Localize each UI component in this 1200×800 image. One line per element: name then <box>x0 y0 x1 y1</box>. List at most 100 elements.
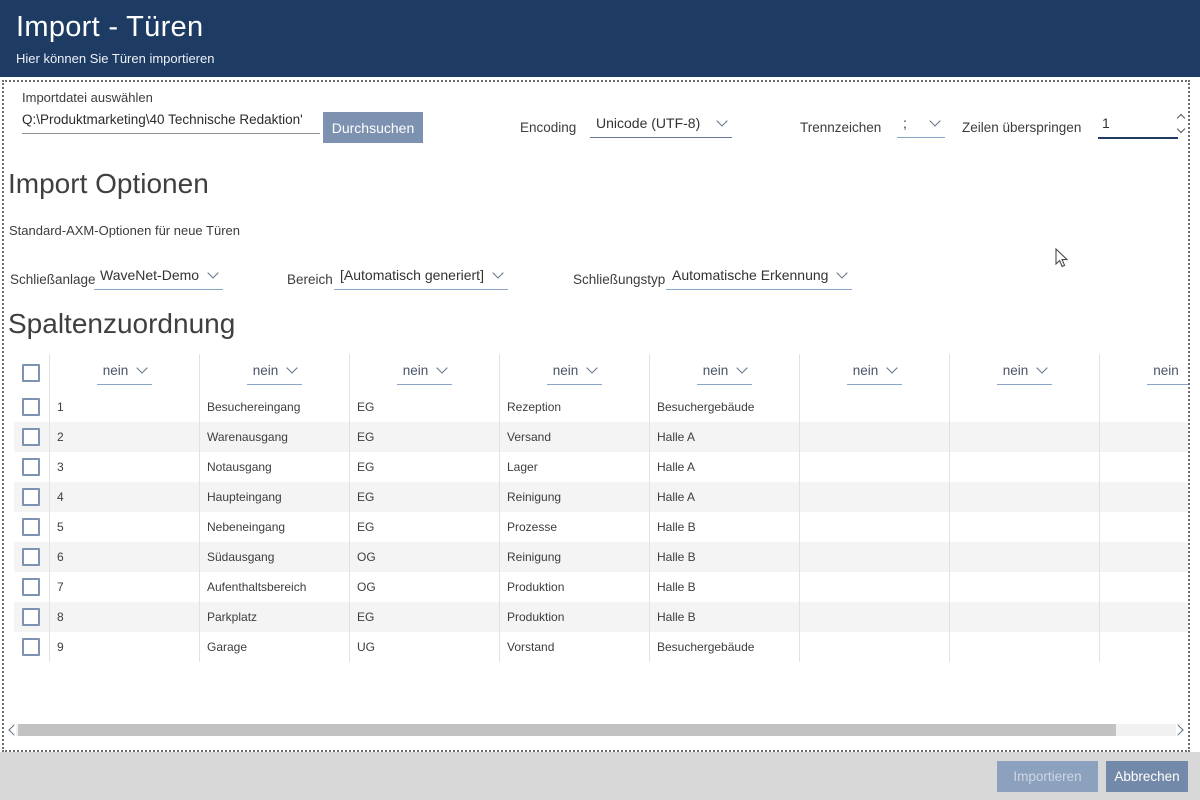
column-mapping-dropdown[interactable]: nein <box>997 362 1053 385</box>
row-checkbox[interactable] <box>22 608 40 626</box>
table-cell <box>800 392 950 422</box>
import-file-path-input[interactable]: Q:\Produktmarketing\40 Technische Redakt… <box>22 112 320 134</box>
table-cell <box>950 452 1100 482</box>
table-cell: 6 <box>50 542 200 572</box>
column-mapping-dropdown[interactable]: nein <box>697 362 753 385</box>
column-mapping-dropdown[interactable]: nein <box>247 362 303 385</box>
select-all-cell <box>14 354 50 392</box>
table-cell: Südausgang <box>200 542 350 572</box>
table-row: 8ParkplatzEGProduktionHalle B <box>14 602 1188 632</box>
row-checkbox[interactable] <box>22 518 40 536</box>
column-mapping-dropdown[interactable]: nein <box>97 362 153 385</box>
table-cell <box>950 542 1100 572</box>
table-cell: Besuchergebäude <box>650 632 800 662</box>
row-checkbox-cell <box>14 422 50 452</box>
table-cell: Produktion <box>500 572 650 602</box>
table-cell <box>800 572 950 602</box>
column-mapping-dropdown[interactable]: nein <box>397 362 453 385</box>
column-mapping-dropdown[interactable]: nein <box>547 362 603 385</box>
chevron-down-icon <box>837 267 848 278</box>
table-row: 6SüdausgangOGReinigungHalle B <box>14 542 1188 572</box>
table-cell <box>1100 452 1188 482</box>
table-cell: EG <box>350 602 500 632</box>
import-file-label: Importdatei auswählen <box>22 90 153 105</box>
table-cell: Halle B <box>650 542 800 572</box>
chevron-down-icon <box>887 362 898 373</box>
locking-system-label: Schließanlage <box>10 272 96 287</box>
row-checkbox[interactable] <box>22 638 40 656</box>
area-select[interactable]: [Automatisch generiert] <box>334 266 508 290</box>
browse-button[interactable]: Durchsuchen <box>323 112 423 143</box>
chevron-down-icon <box>1187 362 1188 373</box>
table-cell: Lager <box>500 452 650 482</box>
column-mapping-title: Spaltenzuordnung <box>8 308 235 340</box>
table-cell <box>950 422 1100 452</box>
table-row: 1BesuchereingangEGRezeptionBesuchergebäu… <box>14 392 1188 422</box>
table-cell: EG <box>350 422 500 452</box>
table-cell: OG <box>350 542 500 572</box>
skip-lines-stepper[interactable] <box>1178 115 1184 132</box>
table-cell: 3 <box>50 452 200 482</box>
table-cell: Reinigung <box>500 542 650 572</box>
select-all-checkbox[interactable] <box>22 364 40 382</box>
page-subtitle: Hier können Sie Türen importieren <box>16 51 1200 66</box>
row-checkbox[interactable] <box>22 428 40 446</box>
import-button[interactable]: Importieren <box>997 761 1098 792</box>
column-mapping-dropdown[interactable]: nein <box>847 362 903 385</box>
table-row: 9GarageUGVorstandBesuchergebäude <box>14 632 1188 662</box>
row-checkbox-cell <box>14 572 50 602</box>
table-cell <box>800 632 950 662</box>
dialog-header: Import - Türen Hier können Sie Türen imp… <box>0 0 1200 77</box>
column-header-cell: nein <box>50 354 200 392</box>
mapping-table-body: 1BesuchereingangEGRezeptionBesuchergebäu… <box>14 392 1188 662</box>
skip-lines-input[interactable]: 1 <box>1098 114 1178 139</box>
table-cell <box>950 482 1100 512</box>
column-header-cell: nein <box>950 354 1100 392</box>
chevron-down-icon <box>929 115 940 126</box>
row-checkbox[interactable] <box>22 458 40 476</box>
column-header-cell: nein <box>1100 354 1188 392</box>
table-cell: Versand <box>500 422 650 452</box>
row-checkbox-cell <box>14 542 50 572</box>
cancel-button[interactable]: Abbrechen <box>1106 761 1188 792</box>
mapping-table-header: nein nein nein nein nein nein nein nein <box>14 354 1188 392</box>
encoding-select[interactable]: Unicode (UTF-8) <box>590 114 732 138</box>
table-cell: Prozesse <box>500 512 650 542</box>
table-cell <box>950 392 1100 422</box>
column-header-cell: nein <box>350 354 500 392</box>
table-cell: Halle A <box>650 452 800 482</box>
column-mapping-dropdown[interactable]: nein <box>1147 362 1188 385</box>
page-title: Import - Türen <box>16 11 1200 44</box>
table-cell <box>950 572 1100 602</box>
import-options-title: Import Optionen <box>8 168 209 200</box>
delimiter-select[interactable]: ; <box>897 114 945 138</box>
locking-system-select[interactable]: WaveNet-Demo <box>94 266 223 290</box>
lock-type-select[interactable]: Automatische Erkennung <box>666 266 852 290</box>
column-mapping-table: nein nein nein nein nein nein nein nein 1Besuch… <box>14 354 1188 662</box>
row-checkbox[interactable] <box>22 398 40 416</box>
table-cell: Halle B <box>650 512 800 542</box>
delimiter-label: Trennzeichen <box>800 120 881 135</box>
column-mapping-value: nein <box>703 363 729 378</box>
table-cell <box>800 542 950 572</box>
scrollbar-thumb[interactable] <box>18 724 1116 736</box>
horizontal-scrollbar[interactable] <box>4 722 1188 738</box>
row-checkbox[interactable] <box>22 488 40 506</box>
table-cell: 8 <box>50 602 200 632</box>
table-row: 5NebeneingangEGProzesseHalle B <box>14 512 1188 542</box>
locking-system-value: WaveNet-Demo <box>100 267 199 283</box>
table-cell <box>1100 542 1188 572</box>
column-mapping-value: nein <box>1153 363 1179 378</box>
row-checkbox[interactable] <box>22 548 40 566</box>
column-mapping-value: nein <box>853 363 879 378</box>
row-checkbox[interactable] <box>22 578 40 596</box>
table-row: 3NotausgangEGLagerHalle A <box>14 452 1188 482</box>
delimiter-value: ; <box>903 115 907 131</box>
spinner-down-icon[interactable] <box>1177 125 1185 133</box>
row-checkbox-cell <box>14 452 50 482</box>
encoding-label: Encoding <box>520 120 576 135</box>
spinner-up-icon[interactable] <box>1177 114 1185 122</box>
table-cell <box>950 512 1100 542</box>
table-cell: EG <box>350 452 500 482</box>
table-cell <box>800 422 950 452</box>
